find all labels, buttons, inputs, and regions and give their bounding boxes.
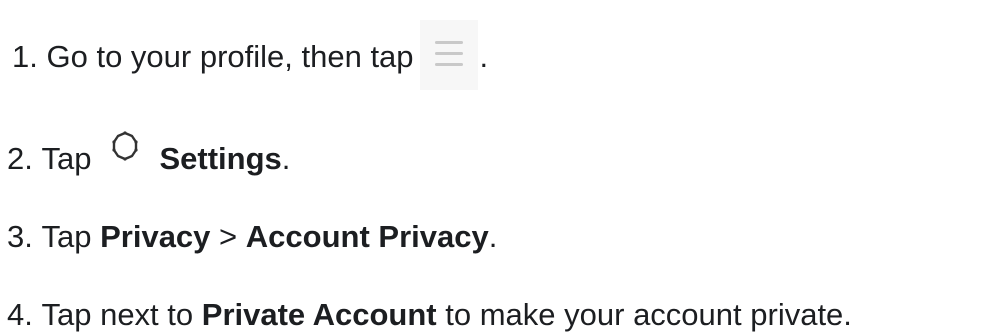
step-4: 4. Tap next to Private Account to make y… xyxy=(7,295,852,335)
private-account-label: Private Account xyxy=(201,297,437,332)
step-text: Tap xyxy=(41,141,92,176)
step-punctuation: . xyxy=(479,39,489,74)
step-2: 2. Tap Settings. xyxy=(7,131,291,179)
hamburger-menu-icon xyxy=(419,20,478,90)
instructions-list: 1. Go to your profile, then tap . 2. Tap… xyxy=(0,0,993,335)
step-text: Tap next to xyxy=(41,297,194,332)
step-number: 4. xyxy=(7,297,33,332)
privacy-label: Privacy xyxy=(100,219,211,254)
step-text-end: to make your account private. xyxy=(445,297,852,332)
step-number: 1. xyxy=(12,39,38,74)
gear-icon xyxy=(105,127,149,167)
step-punctuation: . xyxy=(281,141,291,176)
step-3: 3. Tap Privacy > Account Privacy. xyxy=(7,217,497,257)
step-text: Tap xyxy=(41,219,92,254)
settings-label: Settings xyxy=(159,141,282,176)
step-text: Go to your profile, then tap xyxy=(46,39,414,74)
step-1: 1. Go to your profile, then tap . xyxy=(12,20,489,90)
step-number: 3. xyxy=(7,219,33,254)
account-privacy-label: Account Privacy xyxy=(245,219,489,254)
step-number: 2. xyxy=(7,141,33,176)
path-separator: > xyxy=(219,219,238,254)
step-punctuation: . xyxy=(488,219,498,254)
